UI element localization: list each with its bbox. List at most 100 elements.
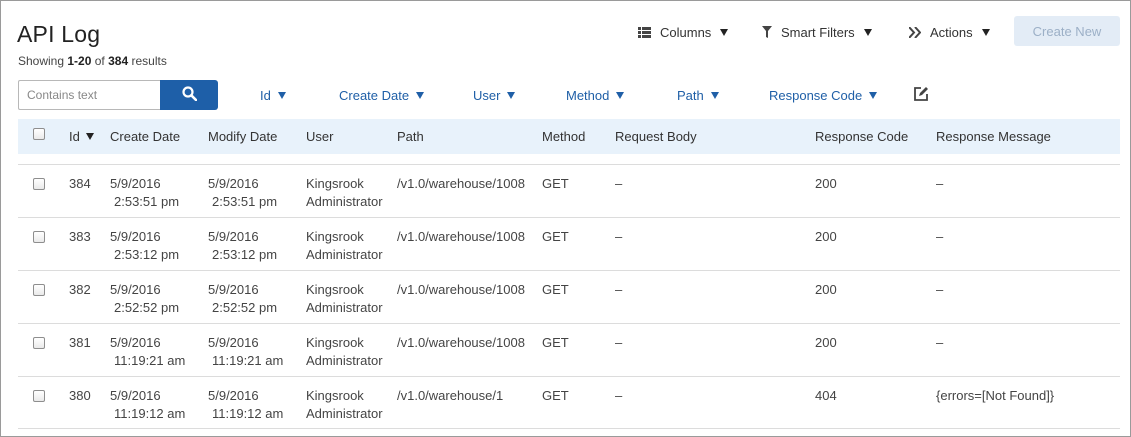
caret-down-icon [507, 92, 516, 99]
column-header-response-message[interactable]: Response Message [936, 129, 1051, 144]
cell-user: Kingsrook Administrator [306, 335, 383, 368]
api-log-page: API Log Showing 1-20 of 384 results Colu… [0, 0, 1131, 437]
cell-response-message: – [936, 282, 944, 297]
actions-label: Actions [930, 24, 973, 40]
cell-path: /v1.0/warehouse/1008 [397, 176, 525, 191]
column-header-id[interactable]: Id [69, 129, 94, 144]
cell-create-date: 5/9/2016 2:53:51 pm [110, 176, 180, 209]
filter-user[interactable]: User [473, 88, 516, 103]
filter-label: Path [677, 88, 704, 103]
cell-modify-date: 5/9/2016 2:53:12 pm [208, 229, 278, 262]
row-checkbox[interactable] [33, 178, 45, 190]
filter-icon [762, 26, 772, 38]
results-summary: Showing 1-20 of 384 results [18, 54, 167, 68]
search-icon [181, 86, 197, 104]
caret-down-icon [720, 28, 729, 36]
filter-label: Id [260, 88, 271, 103]
filter-response-code[interactable]: Response Code [769, 88, 878, 103]
actions-button[interactable]: Actions [909, 23, 990, 41]
cell-path: /v1.0/warehouse/1008 [397, 282, 525, 297]
list-icon [638, 26, 651, 38]
page-title: API Log [17, 21, 101, 47]
row-checkbox[interactable] [33, 284, 45, 296]
cell-modify-date: 5/9/2016 2:52:52 pm [208, 282, 278, 315]
caret-down-icon [416, 92, 425, 99]
filter-path[interactable]: Path [677, 88, 719, 103]
cell-response-message: {errors=[Not Found]} [936, 388, 1055, 403]
double-chevron-icon [909, 26, 921, 38]
showing-range: 1-20 [67, 54, 92, 68]
column-header-request-body[interactable]: Request Body [615, 129, 697, 144]
caret-down-icon [863, 28, 872, 36]
cell-response-code: 200 [815, 229, 837, 244]
cell-id: 383 [69, 229, 91, 244]
table-row[interactable]: 380 5/9/2016 11:19:12 am 5/9/2016 11:19:12… [18, 376, 1120, 429]
smart-filters-label: Smart Filters [781, 24, 855, 40]
cell-create-date: 5/9/2016 11:19:12 am [110, 388, 186, 421]
row-checkbox[interactable] [33, 337, 45, 349]
table-row[interactable]: 383 5/9/2016 2:53:12 pm 5/9/2016 2:53:12 p… [18, 217, 1120, 270]
cell-response-message: – [936, 176, 944, 191]
cell-create-date: 5/9/2016 2:53:12 pm [110, 229, 180, 262]
filter-id[interactable]: Id [260, 88, 286, 103]
cell-response-code: 200 [815, 335, 837, 350]
column-header-create-date[interactable]: Create Date [110, 129, 180, 144]
sort-desc-icon [85, 133, 94, 140]
cell-method: GET [542, 335, 569, 350]
create-new-button[interactable]: Create New [1014, 16, 1120, 46]
cell-response-message: – [936, 335, 944, 350]
edit-icon[interactable] [913, 86, 929, 102]
caret-down-icon [869, 92, 878, 99]
search-button[interactable] [160, 80, 218, 110]
columns-label: Columns [660, 24, 712, 40]
cell-id: 384 [69, 176, 91, 191]
cell-id: 380 [69, 388, 91, 403]
row-checkbox[interactable] [33, 390, 45, 402]
search-input[interactable] [18, 80, 161, 110]
cell-method: GET [542, 176, 569, 191]
cell-path: /v1.0/warehouse/1 [397, 388, 504, 403]
caret-down-icon [277, 92, 286, 99]
showing-of: of [94, 54, 105, 68]
showing-total: 384 [108, 54, 129, 68]
column-header-response-code[interactable]: Response Code [815, 129, 908, 144]
column-header-modify-date[interactable]: Modify Date [208, 129, 277, 144]
cell-id: 381 [69, 335, 91, 350]
columns-button[interactable]: Columns [638, 23, 729, 41]
smart-filters-button[interactable]: Smart Filters [762, 23, 872, 41]
filter-label: Method [566, 88, 610, 103]
cell-request-body: – [615, 229, 623, 244]
table-row[interactable]: 384 5/9/2016 2:53:51 pm 5/9/2016 2:53:51 p… [18, 164, 1120, 217]
cell-create-date: 5/9/2016 11:19:21 am [110, 335, 186, 368]
cell-id: 382 [69, 282, 91, 297]
table-row[interactable]: 382 5/9/2016 2:52:52 pm 5/9/2016 2:52:52 p… [18, 270, 1120, 323]
filter-method[interactable]: Method [566, 88, 625, 103]
cell-create-date: 5/9/2016 2:52:52 pm [110, 282, 180, 315]
cell-request-body: – [615, 282, 623, 297]
column-header-method[interactable]: Method [542, 129, 585, 144]
column-header-path[interactable]: Path [397, 129, 424, 144]
column-header-user[interactable]: User [306, 129, 333, 144]
table-header: Id Create Date Modify Date User Path Met… [18, 119, 1120, 154]
cell-modify-date: 5/9/2016 11:19:12 am [208, 388, 284, 421]
cell-user: Kingsrook Administrator [306, 388, 383, 421]
row-checkbox[interactable] [33, 231, 45, 243]
table-row[interactable]: 381 5/9/2016 11:19:21 am 5/9/2016 11:19:21… [18, 323, 1120, 376]
cell-user: Kingsrook Administrator [306, 176, 383, 209]
cell-user: Kingsrook Administrator [306, 282, 383, 315]
column-header-label: Id [69, 129, 80, 144]
showing-prefix: Showing [18, 54, 65, 68]
caret-down-icon [616, 92, 625, 99]
cell-request-body: – [615, 176, 623, 191]
cell-path: /v1.0/warehouse/1008 [397, 229, 525, 244]
cell-response-code: 404 [815, 388, 837, 403]
filter-create-date[interactable]: Create Date [339, 88, 425, 103]
filter-label: Create Date [339, 88, 410, 103]
filter-label: User [473, 88, 501, 103]
showing-suffix: results [131, 54, 167, 68]
cell-method: GET [542, 282, 569, 297]
cell-path: /v1.0/warehouse/1008 [397, 335, 525, 350]
cell-response-code: 200 [815, 282, 837, 297]
select-all-checkbox[interactable] [33, 128, 45, 140]
cell-request-body: – [615, 388, 623, 403]
